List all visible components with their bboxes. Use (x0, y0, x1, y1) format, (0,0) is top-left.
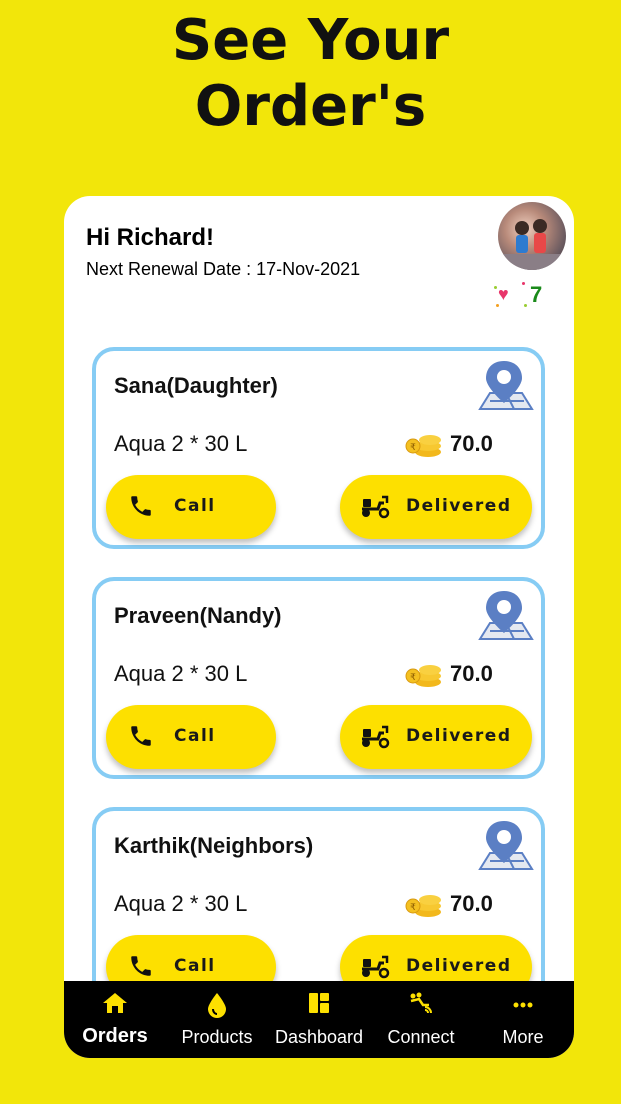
phone-screen: Hi Richard! Next Renewal Date : 17-Nov-2… (64, 196, 574, 1058)
map-pin-icon[interactable] (476, 357, 534, 415)
customer-name: Sana(Daughter) (114, 373, 278, 398)
order-price: 70.0 (450, 891, 493, 916)
nav-label: Connect (387, 1027, 455, 1047)
nav-item-products[interactable]: Products (166, 981, 268, 1058)
nav-item-connect[interactable]: Connect (370, 981, 472, 1058)
call-button[interactable]: Call (106, 475, 276, 539)
map-pin-icon[interactable] (476, 817, 534, 875)
phone-icon (131, 726, 151, 746)
dashboard-icon (309, 993, 329, 1013)
nav-label: Dashboard (274, 1027, 364, 1047)
connect-icon (410, 992, 432, 1014)
status-label: Delivered (406, 956, 512, 976)
order-card: Sana(Daughter) Aqua 2 * 30 L ₹ 70.0 Call (92, 347, 545, 549)
renewal-date: Next Renewal Date : 17-Nov-2021 (86, 259, 361, 279)
call-label: Call (174, 496, 216, 516)
call-label: Call (174, 956, 216, 976)
order-price: 70.0 (450, 431, 493, 456)
customer-name: Karthik(Neighbors) (114, 833, 314, 858)
delivery-scooter-icon (362, 725, 390, 749)
nav-item-orders[interactable]: Orders (64, 981, 166, 1058)
headline-line-2: Order's (194, 74, 427, 139)
likes-counter[interactable]: ♥ 7 (494, 282, 574, 310)
svg-text:₹: ₹ (410, 903, 416, 913)
status-label: Delivered (406, 726, 512, 746)
avatar[interactable] (498, 202, 566, 270)
coins-icon: ₹ (405, 665, 441, 687)
svg-text:₹: ₹ (410, 443, 416, 453)
call-button[interactable]: Call (106, 705, 276, 769)
customer-name: Praveen(Nandy) (114, 603, 282, 628)
delivery-scooter-icon (362, 495, 390, 519)
nav-label: Products (181, 1027, 253, 1047)
status-label: Delivered (406, 496, 512, 516)
coins-icon: ₹ (405, 895, 441, 917)
nav-label: More (502, 1027, 544, 1047)
coins-icon: ₹ (405, 435, 441, 457)
order-card: Praveen(Nandy) Aqua 2 * 30 L ₹ 70.0 Call (92, 577, 545, 779)
page-headline: See Your Order's (0, 8, 621, 140)
product-name: Aqua 2 * 30 L (114, 891, 248, 916)
water-drop-icon (208, 993, 226, 1018)
delivered-button[interactable]: Delivered (340, 475, 532, 539)
order-price: 70.0 (450, 661, 493, 686)
heart-icon: ♥ (498, 284, 509, 304)
phone-icon (131, 496, 151, 516)
order-card: Karthik(Neighbors) Aqua 2 * 30 L ₹ 70.0 … (92, 807, 545, 1009)
phone-icon (131, 956, 151, 976)
call-label: Call (174, 726, 216, 746)
nav-label: Orders (82, 1025, 148, 1047)
delivered-button[interactable]: Delivered (340, 705, 532, 769)
nav-item-more[interactable]: More (472, 981, 574, 1058)
delivery-scooter-icon (362, 955, 390, 979)
greeting: Hi Richard! (86, 224, 215, 251)
home-icon (103, 993, 127, 1013)
map-pin-icon[interactable] (476, 587, 534, 645)
product-name: Aqua 2 * 30 L (114, 661, 248, 686)
likes-count: 7 (530, 282, 543, 307)
nav-item-dashboard[interactable]: Dashboard (268, 981, 370, 1058)
headline-line-1: See Your (171, 8, 450, 73)
svg-text:₹: ₹ (410, 673, 416, 683)
bottom-navigation: Orders Products Dashboard Connect More (64, 981, 574, 1058)
product-name: Aqua 2 * 30 L (114, 431, 248, 456)
more-icon (513, 1002, 533, 1008)
